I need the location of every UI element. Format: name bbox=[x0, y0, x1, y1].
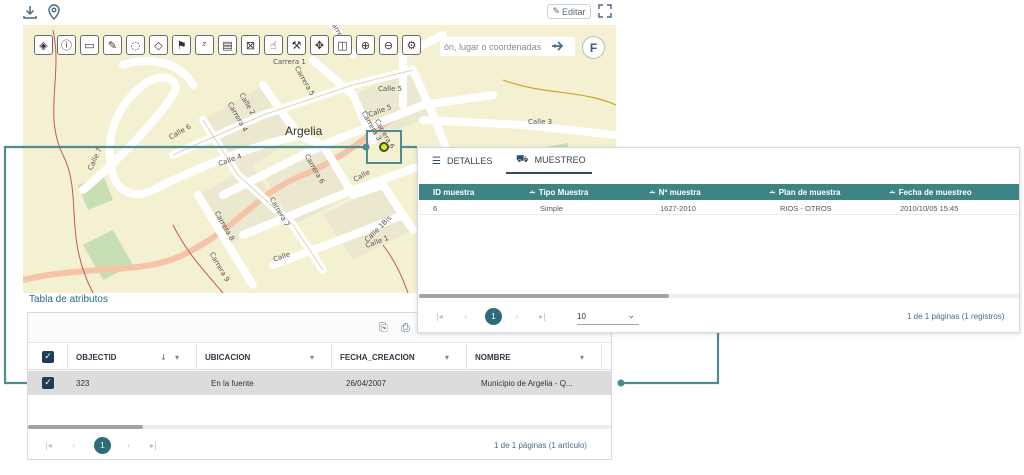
column-header-id-muestra[interactable]: ID muestra bbox=[433, 184, 474, 200]
filter-icon[interactable]: ▾ bbox=[580, 353, 584, 362]
scrollbar-thumb[interactable] bbox=[28, 425, 143, 429]
cell-plan-muestra: RIOS - OTROS bbox=[780, 203, 832, 213]
current-page-button[interactable]: 1 bbox=[485, 308, 502, 325]
sampling-table-header: ID muestra ⩪ Tipo Muestra ⩪ Nº muestra ⩪ Pl… bbox=[419, 184, 1019, 200]
last-page-icon[interactable]: ▸| bbox=[150, 441, 157, 450]
cell-tipo-muestra: Simple bbox=[540, 203, 563, 213]
horizontal-scrollbar[interactable] bbox=[419, 294, 1019, 298]
attribute-table-title: Tabla de atributos bbox=[29, 294, 108, 305]
current-page-button[interactable]: 1 bbox=[94, 437, 111, 454]
column-header-plan-muestra[interactable]: ⩪ Plan de muestra bbox=[769, 184, 841, 200]
column-header-fecha-creacion[interactable]: FECHA_CREACION ▾ bbox=[332, 344, 467, 370]
column-header-nombre[interactable]: NOMBRE ▾ bbox=[467, 344, 602, 370]
list-icon: ☰ bbox=[432, 155, 441, 167]
page-size-value: 10 bbox=[577, 311, 586, 321]
tab-detalles[interactable]: ☰ DETALLES bbox=[432, 148, 508, 174]
column-header-tipo-muestra[interactable]: ⩪ Tipo Muestra bbox=[529, 184, 588, 200]
cell-nombre: Municipio de Argelia - Q... bbox=[481, 378, 573, 388]
row-select-cell: ✓ bbox=[28, 371, 68, 395]
select-all-checkbox[interactable]: ✓ bbox=[42, 351, 54, 363]
first-page-icon[interactable]: |◂ bbox=[45, 441, 52, 450]
column-header-fecha-muestreo[interactable]: ⩪ Fecha de muestreo bbox=[889, 184, 972, 200]
attribute-table: ⎘ ⎙ ⊡ ⊟ ⌕ ▭ ✓ OBJECTID ↓ ▾ UBICACION ▾ F… bbox=[27, 312, 612, 460]
filter-icon[interactable]: ⩪ bbox=[649, 188, 656, 197]
table-row[interactable]: ✓ 323 En la fuente 26/04/2007 Municipio … bbox=[28, 371, 611, 395]
table-row[interactable]: 6 Simple 1627-2010 RIOS - OTROS 2010/10/… bbox=[419, 201, 1019, 215]
column-header-ubicacion[interactable]: UBICACION ▾ bbox=[197, 344, 332, 370]
pager-summary: 1 de 1 páginas (1 artículo) bbox=[494, 441, 587, 450]
cell-fecha-muestreo: 2010/10/05 15:45 bbox=[900, 203, 959, 213]
filter-icon[interactable]: ▾ bbox=[445, 353, 449, 362]
cell-ubicacion: En la fuente bbox=[211, 378, 254, 388]
chevron-down-icon: ⌄ bbox=[627, 311, 635, 321]
select-all-cell: ✓ bbox=[28, 344, 68, 370]
attribute-table-header: ✓ OBJECTID ↓ ▾ UBICACION ▾ FECHA_CREACIO… bbox=[28, 344, 611, 370]
export-icon[interactable]: ⎘ bbox=[379, 321, 391, 335]
horizontal-scrollbar[interactable] bbox=[28, 425, 611, 429]
cell-id-muestra: 6 bbox=[433, 203, 438, 213]
pager-summary: 1 de 1 páginas (1 registros) bbox=[907, 312, 1005, 321]
column-header-numero-muestra[interactable]: ⩪ Nº muestra bbox=[649, 184, 701, 200]
tab-muestreo[interactable]: ⛟ MUESTREO bbox=[506, 148, 592, 174]
filter-icon[interactable]: ⩪ bbox=[889, 188, 896, 197]
filter-icon[interactable]: ⩪ bbox=[769, 188, 776, 197]
prev-page-icon[interactable]: ‹ bbox=[464, 312, 467, 321]
next-page-icon[interactable]: › bbox=[127, 441, 130, 450]
cell-fecha-creacion: 26/04/2007 bbox=[346, 378, 387, 388]
cell-objectid: 323 bbox=[76, 378, 90, 388]
scrollbar-thumb[interactable] bbox=[419, 294, 669, 298]
filter-icon[interactable]: ▾ bbox=[310, 353, 314, 362]
page-size-select[interactable]: 10 ⌄ bbox=[577, 308, 639, 325]
prev-page-icon[interactable]: ‹ bbox=[72, 441, 75, 450]
last-page-icon[interactable]: ▸| bbox=[539, 312, 546, 321]
export-selected-icon[interactable]: ⎙ bbox=[401, 321, 413, 335]
filter-icon[interactable]: ⩪ bbox=[529, 188, 536, 197]
next-page-icon[interactable]: › bbox=[515, 312, 518, 321]
filter-icon[interactable]: ▾ bbox=[175, 353, 179, 362]
feature-popup: ☰ DETALLES ⛟ MUESTREO ID muestra ⩪ Tipo M… bbox=[417, 147, 1020, 333]
sample-icon: ⛟ bbox=[516, 153, 529, 165]
first-page-icon[interactable]: |◂ bbox=[436, 312, 443, 321]
cell-numero-muestra: 1627-2010 bbox=[660, 203, 696, 213]
column-header-objectid[interactable]: OBJECTID ↓ ▾ bbox=[68, 344, 197, 370]
sort-desc-icon[interactable]: ↓ bbox=[160, 353, 167, 362]
row-checkbox[interactable]: ✓ bbox=[42, 377, 54, 389]
